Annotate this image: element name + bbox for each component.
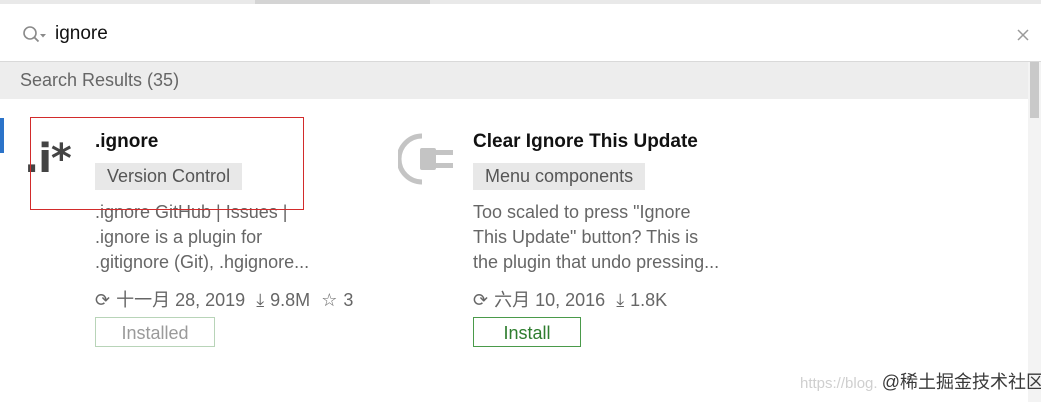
- selection-accent-bar: [0, 118, 4, 153]
- installed-button[interactable]: Installed: [95, 317, 215, 347]
- watermark-url: https://blog.: [800, 375, 878, 392]
- download-count: 9.8M: [270, 290, 311, 310]
- search-results-header: Search Results (35): [0, 62, 1028, 99]
- clear-search-icon[interactable]: [1014, 26, 1032, 44]
- category-tag: Menu components: [473, 163, 646, 190]
- plugin-name[interactable]: Clear Ignore This Update: [473, 131, 698, 153]
- search-bar: [0, 4, 1041, 62]
- watermark-brand: @稀土掘金技术社区: [881, 372, 1041, 392]
- star-icon: ☆: [321, 290, 338, 310]
- search-icon[interactable]: [22, 25, 48, 45]
- watermark: https://blog. @稀土掘金技术社区: [800, 368, 1041, 394]
- plugin-description: .ignore GitHub | Issues | .ignore is a p…: [95, 202, 310, 272]
- download-icon: ⤓: [256, 290, 265, 310]
- red-highlight-box: [30, 117, 304, 210]
- plug-icon: [398, 133, 453, 185]
- updated-date: 六月 10, 2016: [494, 290, 606, 310]
- download-icon: ⤓: [616, 290, 625, 310]
- download-count: 1.8K: [630, 290, 668, 310]
- search-results-count: Search Results (35): [20, 70, 180, 90]
- plugin-meta: ⟳ 六月 10, 2016 ⤓ 1.8K: [473, 286, 673, 312]
- plugin-description: Too scaled to press "Ignore This Update"…: [473, 202, 720, 272]
- updated-date: 十一月 28, 2019: [116, 290, 246, 310]
- refresh-icon: ⟳: [95, 290, 111, 310]
- search-input[interactable]: [55, 21, 955, 47]
- results-scrollbar[interactable]: [1028, 62, 1041, 402]
- plugin-meta: ⟳ 十一月 28, 2019 ⤓ 9.8M ☆ 3: [95, 286, 359, 312]
- install-button[interactable]: Install: [473, 317, 581, 347]
- refresh-icon: ⟳: [473, 290, 489, 310]
- rating-value: 3: [343, 290, 354, 310]
- scrollbar-thumb[interactable]: [1030, 62, 1039, 118]
